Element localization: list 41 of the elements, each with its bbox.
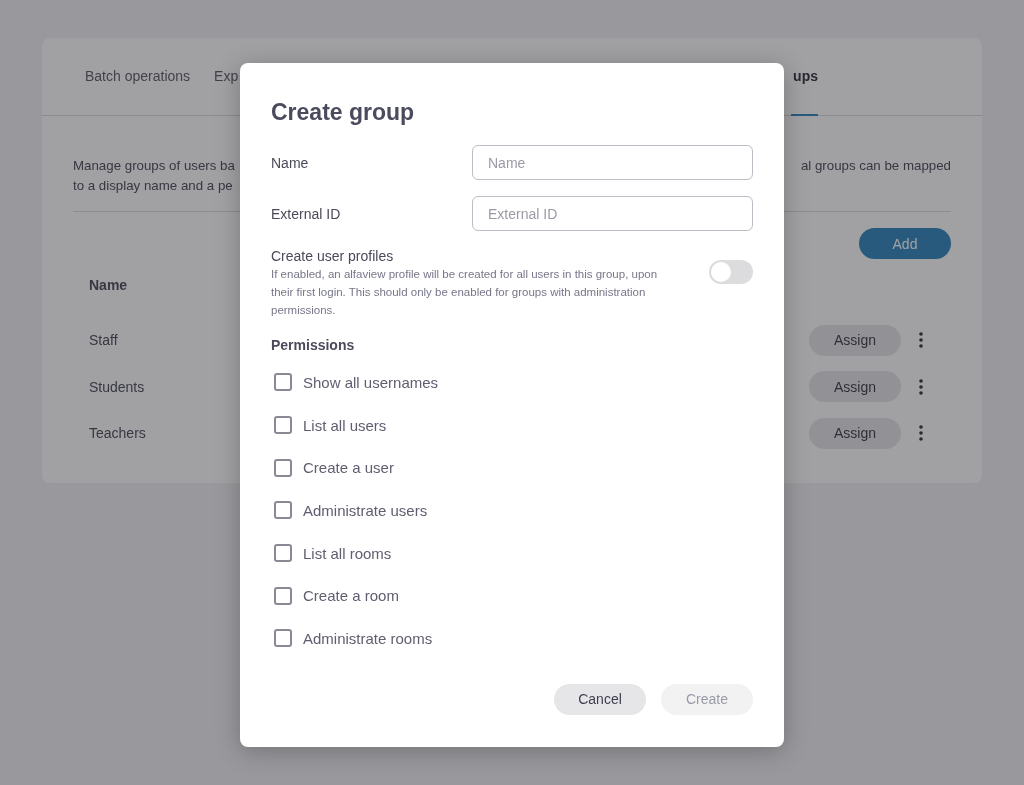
tab[interactable]: Batch operations — [85, 38, 191, 116]
checkbox-label: Administrate rooms — [303, 629, 433, 647]
toggle-switch[interactable] — [709, 260, 753, 284]
checkbox-label: List all rooms — [303, 544, 392, 562]
more-options-icon[interactable] — [919, 425, 923, 442]
more-options-icon[interactable] — [919, 332, 923, 349]
description-text: to a display name and a pe — [73, 177, 233, 195]
description-text: Manage groups of users ba — [73, 157, 235, 175]
checkbox-label: Create a user — [303, 459, 394, 477]
description-text: al groups can be mapped — [800, 157, 951, 175]
field-label: Name — [271, 154, 309, 171]
assign-button[interactable]: Assign — [809, 324, 901, 356]
add-button[interactable]: Add — [859, 228, 951, 259]
more-options-icon[interactable] — [919, 378, 923, 395]
checkbox-label: Administrate users — [303, 501, 428, 519]
checkbox[interactable] — [274, 544, 292, 563]
checkbox[interactable] — [274, 501, 292, 520]
table-cell: Staff — [89, 332, 118, 349]
tab[interactable]: Exp — [214, 38, 239, 116]
checkbox[interactable] — [274, 416, 292, 435]
dialog-title: Create group — [271, 99, 416, 127]
checkbox[interactable] — [274, 586, 292, 605]
table-cell: Students — [89, 378, 145, 395]
checkbox[interactable] — [274, 458, 292, 477]
checkbox[interactable] — [274, 373, 292, 392]
option-hint: If enabled, an alfaview profile will be created for all users in this group, upon their first login. This should only be enabled for groups with administration permissions. — [271, 267, 659, 318]
checkbox-label: List all users — [303, 416, 387, 434]
table-cell: Teachers — [89, 425, 146, 442]
tab[interactable]: ups — [791, 38, 818, 116]
input-field[interactable]: Name — [472, 145, 753, 180]
checkbox[interactable] — [274, 629, 292, 648]
option-label: Create user profiles — [271, 247, 395, 265]
input-field[interactable]: External ID — [472, 196, 753, 231]
column-header: Name — [89, 277, 128, 293]
section-title: Permissions — [271, 337, 356, 353]
field-label: External ID — [271, 205, 341, 222]
checkbox-label: Create a room — [303, 587, 399, 605]
assign-button[interactable]: Assign — [809, 371, 901, 403]
checkbox-label: Show all usernames — [303, 373, 439, 391]
assign-button[interactable]: Assign — [809, 417, 901, 449]
cancel-button[interactable]: Cancel — [554, 683, 646, 715]
